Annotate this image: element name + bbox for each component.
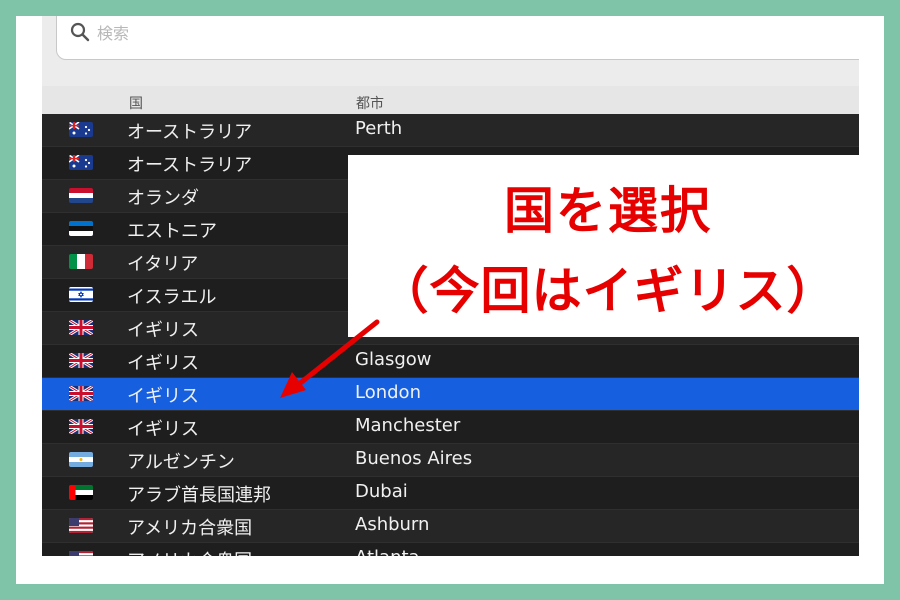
- annotation-line1: 国を選択: [504, 182, 712, 240]
- country-name: アメリカ合衆国: [127, 547, 252, 556]
- search-placeholder: 検索: [97, 24, 130, 43]
- argentina-flag-icon: [69, 452, 93, 467]
- annotation-arrow-icon: [280, 319, 380, 398]
- netherlands-flag-icon: [69, 188, 93, 203]
- australia-flag-icon: [69, 122, 93, 137]
- table-row[interactable]: イギリス Manchester: [42, 411, 859, 444]
- usa-flag-icon: [69, 551, 93, 556]
- uae-flag-icon: [69, 485, 93, 500]
- table-header: 国 都市: [42, 86, 859, 117]
- annotation-callout: 国を選択 （今回はイギリス）: [348, 155, 868, 337]
- table-row[interactable]: オーストラリア Perth: [42, 114, 859, 147]
- table-row-selected[interactable]: イギリス London: [42, 378, 859, 411]
- country-name: オーストラリア: [127, 155, 253, 176]
- table-row[interactable]: アメリカ合衆国 Ashburn: [42, 510, 859, 543]
- city-name: Perth: [355, 118, 403, 139]
- country-name: イギリス: [127, 419, 199, 440]
- screenshot-card: 検索 国 都市 オーストラリア Perth オーストラリア オランダエストニアイタリア…: [16, 16, 884, 584]
- table-row[interactable]: アラブ首長国連邦 Dubai: [42, 477, 859, 510]
- table-row[interactable]: アメリカ合衆国 Atlanta: [42, 543, 859, 556]
- country-name: イギリス: [127, 386, 199, 407]
- column-header-city[interactable]: 都市: [356, 93, 384, 113]
- table-row[interactable]: アルゼンチン Buenos Aires: [42, 444, 859, 477]
- column-header-country[interactable]: 国: [129, 93, 143, 113]
- country-name: イギリス: [127, 353, 199, 374]
- search-input[interactable]: 検索: [56, 16, 859, 60]
- country-name: オランダ: [127, 188, 199, 209]
- city-name: Ashburn: [355, 514, 430, 535]
- uk-flag-icon: [69, 320, 93, 335]
- city-name: Buenos Aires: [355, 448, 473, 469]
- uk-flag-icon: [69, 419, 93, 434]
- italy-flag-icon: [69, 254, 93, 269]
- australia-flag-icon: [69, 155, 93, 170]
- annotation-line2: （今回はイギリス）: [378, 262, 838, 320]
- country-name: イギリス: [127, 320, 199, 341]
- city-name: Dubai: [355, 481, 408, 502]
- israel-flag-icon: [69, 287, 93, 302]
- estonia-flag-icon: [69, 221, 93, 236]
- search-icon: [70, 22, 90, 42]
- country-name: イスラエル: [127, 287, 217, 308]
- uk-flag-icon: [69, 353, 93, 368]
- country-name: エストニア: [127, 221, 217, 242]
- table-row[interactable]: イギリス Glasgow: [42, 345, 859, 378]
- country-name: オーストラリア: [127, 122, 253, 143]
- country-name: イタリア: [127, 254, 199, 275]
- uk-flag-icon: [69, 386, 93, 401]
- city-name: Atlanta: [355, 547, 420, 556]
- search-area: 検索: [42, 16, 859, 86]
- country-name: アラブ首長国連邦: [127, 485, 271, 506]
- city-name: Manchester: [355, 415, 461, 436]
- country-name: アルゼンチン: [127, 452, 235, 473]
- usa-flag-icon: [69, 518, 93, 533]
- country-name: アメリカ合衆国: [127, 518, 253, 539]
